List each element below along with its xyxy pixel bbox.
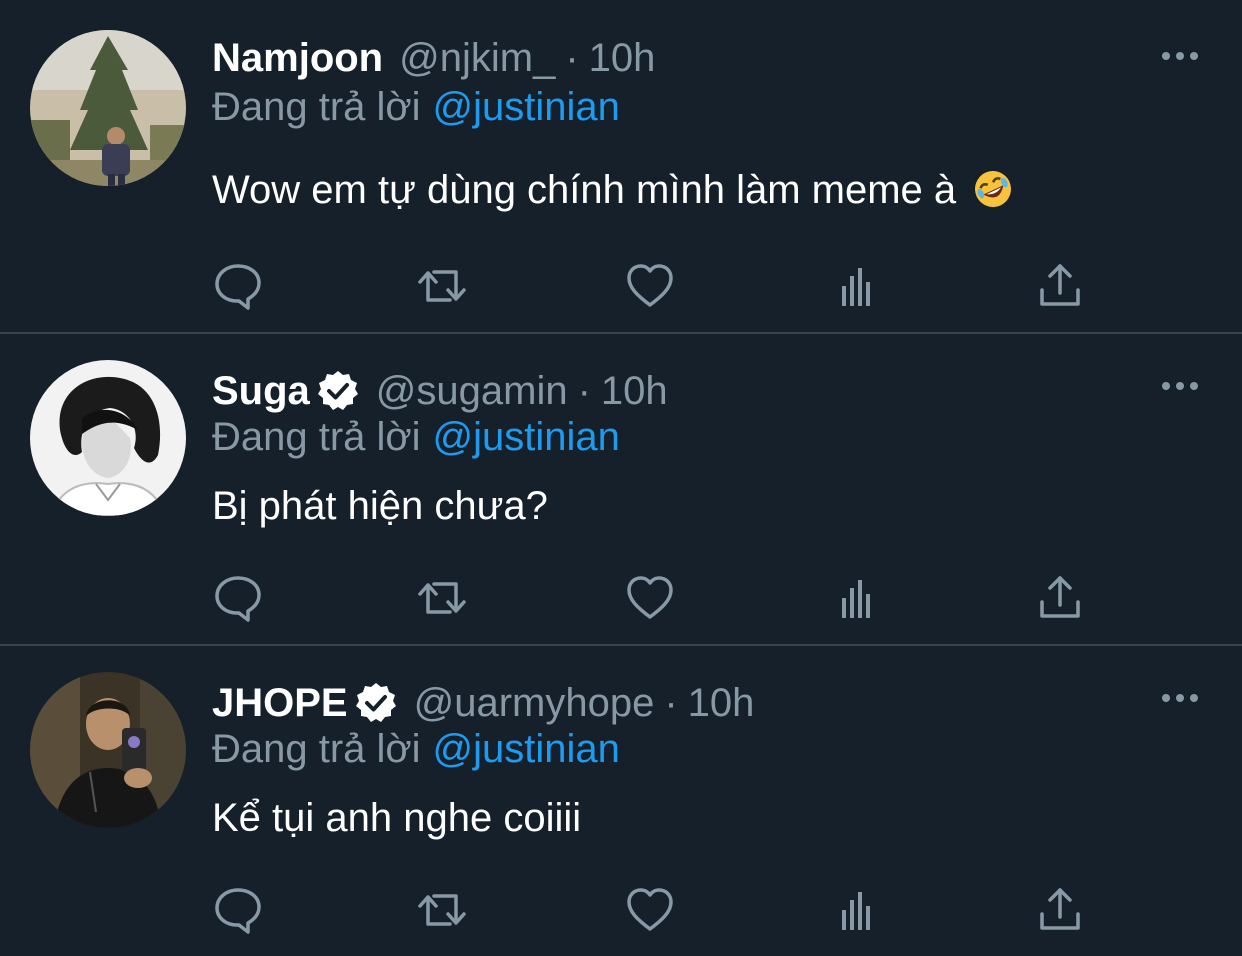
mention-link[interactable]: @justinian <box>433 415 620 459</box>
tweet-text: Kể tụi anh nghe coiiii <box>212 796 582 840</box>
tweet-actions <box>212 884 1112 936</box>
views-icon[interactable] <box>832 572 884 624</box>
rolling-laughing-emoji-icon <box>975 171 1012 207</box>
views-icon[interactable] <box>832 884 884 936</box>
mention-link[interactable]: @justinian <box>433 85 620 129</box>
share-icon[interactable] <box>1034 572 1086 624</box>
display-name[interactable]: Namjoon <box>212 36 383 81</box>
verified-badge-icon <box>317 371 358 410</box>
reply-icon[interactable] <box>212 260 264 312</box>
verified-badge-icon <box>355 683 396 722</box>
tweet-actions <box>212 260 1112 312</box>
more-options-icon[interactable] <box>1158 376 1202 396</box>
tweet-text: Bị phát hiện chưa? <box>212 484 548 528</box>
reply-icon[interactable] <box>212 884 264 936</box>
more-options-icon[interactable] <box>1158 688 1202 708</box>
tweet-suga[interactable]: Suga @sugamin · 10h Đang trả lời @justini… <box>0 334 1242 644</box>
share-icon[interactable] <box>1034 260 1086 312</box>
timestamp[interactable]: 10h <box>601 369 668 414</box>
separator-dot: · <box>565 35 579 80</box>
more-options-icon[interactable] <box>1158 46 1202 66</box>
like-icon[interactable] <box>624 884 676 936</box>
retweet-icon[interactable] <box>416 572 468 624</box>
replying-to-line: Đang trả lời @justinian <box>212 85 620 130</box>
like-icon[interactable] <box>624 260 676 312</box>
avatar-namjoon-image <box>30 30 186 186</box>
mention-link[interactable]: @justinian <box>433 727 620 771</box>
avatar-jhope[interactable] <box>30 672 186 828</box>
user-handle[interactable]: @njkim_ <box>399 36 555 81</box>
display-name[interactable]: JHOPE <box>212 681 348 726</box>
separator-dot: · <box>664 680 678 725</box>
reply-feed: Namjoon @njkim_ · 10h Đang trả lời @justi… <box>0 0 1242 956</box>
timestamp[interactable]: 10h <box>589 36 656 81</box>
like-icon[interactable] <box>624 572 676 624</box>
avatar-suga-image <box>30 360 186 516</box>
share-icon[interactable] <box>1034 884 1086 936</box>
tweet-text-content: Wow em tự dùng chính mình làm meme à <box>212 168 957 212</box>
tweet-jhope[interactable]: JHOPE @uarmyhope · 10h Đang trả lời @just… <box>0 646 1242 956</box>
retweet-icon[interactable] <box>416 260 468 312</box>
timestamp[interactable]: 10h <box>688 681 755 726</box>
separator-dot: · <box>577 368 591 413</box>
views-icon[interactable] <box>832 260 884 312</box>
avatar-namjoon[interactable] <box>30 30 186 186</box>
user-handle[interactable]: @uarmyhope <box>414 681 655 726</box>
replying-to-label: Đang trả lời <box>212 415 421 459</box>
retweet-icon[interactable] <box>416 884 468 936</box>
avatar-jhope-image <box>30 672 186 828</box>
replying-to-line: Đang trả lời @justinian <box>212 727 620 772</box>
replying-to-label: Đang trả lời <box>212 727 421 771</box>
tweet-header: Suga @sugamin · 10h <box>212 363 668 419</box>
replying-to-label: Đang trả lời <box>212 85 421 129</box>
tweet-header: JHOPE @uarmyhope · 10h <box>212 675 754 731</box>
tweet-header: Namjoon @njkim_ · 10h <box>212 30 655 86</box>
reply-icon[interactable] <box>212 572 264 624</box>
avatar-suga[interactable] <box>30 360 186 516</box>
tweet-text: Wow em tự dùng chính mình làm meme à <box>212 168 1013 213</box>
replying-to-line: Đang trả lời @justinian <box>212 415 620 460</box>
display-name[interactable]: Suga <box>212 369 310 414</box>
user-handle[interactable]: @sugamin <box>376 369 568 414</box>
tweet-namjoon[interactable]: Namjoon @njkim_ · 10h Đang trả lời @justi… <box>0 0 1242 332</box>
tweet-actions <box>212 572 1112 624</box>
